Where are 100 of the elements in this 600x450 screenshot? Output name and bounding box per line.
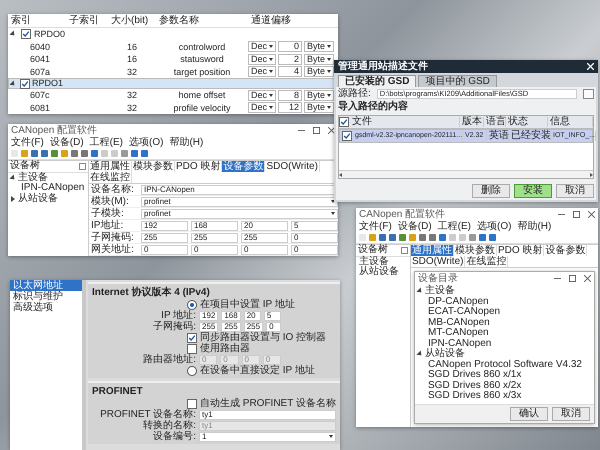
- format-dropdown[interactable]: Dec: [248, 41, 276, 52]
- scrollbar[interactable]: [339, 170, 593, 178]
- expand-arrow-icon[interactable]: [9, 174, 17, 182]
- checkbox[interactable]: [21, 29, 31, 40]
- tree-item[interactable]: 主设备: [18, 172, 48, 183]
- tab[interactable]: 通用属性: [411, 245, 454, 256]
- input-field[interactable]: 255: [191, 232, 238, 242]
- checkbox[interactable]: [20, 78, 30, 88]
- tab[interactable]: 已安装的 GSD: [338, 75, 416, 87]
- dialog-button[interactable]: 删除: [472, 184, 510, 198]
- offset-field[interactable]: 2: [278, 54, 302, 65]
- tree-item[interactable]: SGD Drives 860 x/2x: [428, 380, 522, 391]
- tree-item[interactable]: IPN-CANopen: [428, 338, 492, 349]
- tab[interactable]: 模块参数: [454, 245, 497, 256]
- menu-item[interactable]: 工程(E): [90, 136, 124, 148]
- dialog-button[interactable]: 确认: [510, 406, 548, 420]
- dialog-button[interactable]: 安装: [514, 184, 552, 198]
- tree-item[interactable]: 主设备: [359, 256, 389, 267]
- tree-item[interactable]: 从站设备: [18, 194, 58, 204]
- tab[interactable]: 在线监控: [465, 256, 508, 267]
- nav-item[interactable]: 以太网地址: [10, 280, 82, 291]
- offset-field[interactable]: 4: [278, 66, 302, 78]
- format-dropdown[interactable]: Dec: [248, 54, 276, 65]
- tab[interactable]: 通用属性: [89, 161, 132, 172]
- input-field[interactable]: 168: [221, 310, 241, 320]
- menu-item[interactable]: 工程(E): [438, 220, 472, 232]
- maximize-icon[interactable]: [573, 210, 580, 218]
- tab[interactable]: PDO 映射: [497, 245, 544, 256]
- input-field[interactable]: 0: [266, 322, 281, 332]
- input-field[interactable]: 192: [199, 310, 218, 320]
- input-field[interactable]: 0: [141, 244, 188, 254]
- dialog-button[interactable]: 取消: [552, 406, 590, 420]
- unit-dropdown[interactable]: Byte: [304, 66, 334, 78]
- dialog-button[interactable]: 取消: [556, 184, 594, 198]
- unit-dropdown[interactable]: Byte: [304, 41, 334, 52]
- checkbox[interactable]: [342, 131, 352, 141]
- tree-item[interactable]: IPN-CANopen: [21, 183, 84, 194]
- tree-item[interactable]: ECAT-CANopen: [428, 307, 500, 318]
- group-row[interactable]: RPDO0: [8, 28, 338, 40]
- input-field[interactable]: 0: [291, 244, 338, 254]
- tree-item[interactable]: DP-CANopen: [428, 296, 489, 307]
- tree-item[interactable]: CANopen Protocol Software V4.32: [428, 360, 582, 370]
- unit-dropdown[interactable]: Byte: [304, 102, 334, 114]
- menu-item[interactable]: 帮助(H): [169, 136, 204, 148]
- close-icon[interactable]: [588, 210, 595, 218]
- nav-item[interactable]: 高级选项: [10, 302, 82, 313]
- menu-item[interactable]: 设备(D): [398, 220, 432, 232]
- tree-item[interactable]: 从站设备: [425, 349, 465, 360]
- input-field[interactable]: 168: [191, 220, 238, 230]
- dropdown[interactable]: profinet: [141, 196, 338, 206]
- input-field[interactable]: 255: [241, 232, 288, 242]
- menu-item[interactable]: 选项(O): [477, 220, 512, 232]
- tab[interactable]: SDO(Write): [411, 256, 466, 267]
- input-field[interactable]: 5: [291, 220, 338, 230]
- expand-arrow-icon[interactable]: [11, 196, 15, 202]
- select-all-checkbox[interactable]: [339, 117, 349, 127]
- offset-field[interactable]: 12: [278, 102, 302, 114]
- radio-button[interactable]: [187, 300, 197, 310]
- expand-arrow-icon[interactable]: [416, 288, 424, 295]
- input-field[interactable]: 255: [199, 322, 218, 332]
- input-field[interactable]: 255: [221, 322, 241, 332]
- input-field[interactable]: 0: [241, 244, 288, 254]
- menu-item[interactable]: 帮助(H): [517, 220, 552, 232]
- radio-button[interactable]: [187, 366, 197, 376]
- maximize-icon[interactable]: [569, 274, 576, 282]
- dropdown[interactable]: 1: [199, 432, 336, 442]
- tab[interactable]: 设备参数: [222, 161, 266, 172]
- tab[interactable]: 在线监控: [89, 172, 132, 183]
- dropdown[interactable]: profinet: [141, 208, 338, 218]
- input-field[interactable]: 192: [141, 220, 188, 230]
- tree-item[interactable]: SGD Drives 860 x/1x: [428, 370, 522, 380]
- tree-item[interactable]: 主设备: [425, 286, 455, 296]
- tree-item[interactable]: 从站设备: [359, 267, 399, 278]
- input-field[interactable]: 0: [291, 232, 338, 242]
- maximize-icon[interactable]: [313, 126, 320, 134]
- input-field[interactable]: 255: [244, 322, 264, 332]
- input-field[interactable]: ty1: [199, 410, 336, 420]
- close-icon[interactable]: [328, 126, 335, 134]
- close-icon[interactable]: [584, 274, 591, 282]
- menu-item[interactable]: 文件(F): [11, 136, 44, 148]
- checkbox[interactable]: [187, 332, 197, 342]
- checkbox[interactable]: [187, 344, 197, 354]
- input-field[interactable]: 20: [241, 220, 288, 230]
- format-dropdown[interactable]: Dec: [248, 66, 276, 78]
- unit-dropdown[interactable]: Byte: [304, 54, 334, 65]
- nav-item[interactable]: 标识与维护: [10, 291, 82, 302]
- checkbox[interactable]: [187, 398, 197, 408]
- format-dropdown[interactable]: Dec: [248, 90, 276, 101]
- menu-item[interactable]: 选项(O): [129, 136, 164, 148]
- menu-item[interactable]: 文件(F): [359, 220, 392, 232]
- input-field[interactable]: 5: [264, 310, 281, 320]
- browse-icon[interactable]: [583, 89, 594, 99]
- tab[interactable]: 项目中的 GSD: [418, 75, 497, 87]
- expand-arrow-icon[interactable]: [416, 350, 424, 358]
- offset-field[interactable]: 8: [278, 90, 302, 101]
- menu-item[interactable]: 设备(D): [50, 136, 84, 148]
- input-field[interactable]: 255: [141, 232, 188, 242]
- tree-item[interactable]: MB-CANopen: [428, 318, 490, 328]
- unit-dropdown[interactable]: Byte: [304, 90, 334, 101]
- input-field[interactable]: 0: [191, 244, 238, 254]
